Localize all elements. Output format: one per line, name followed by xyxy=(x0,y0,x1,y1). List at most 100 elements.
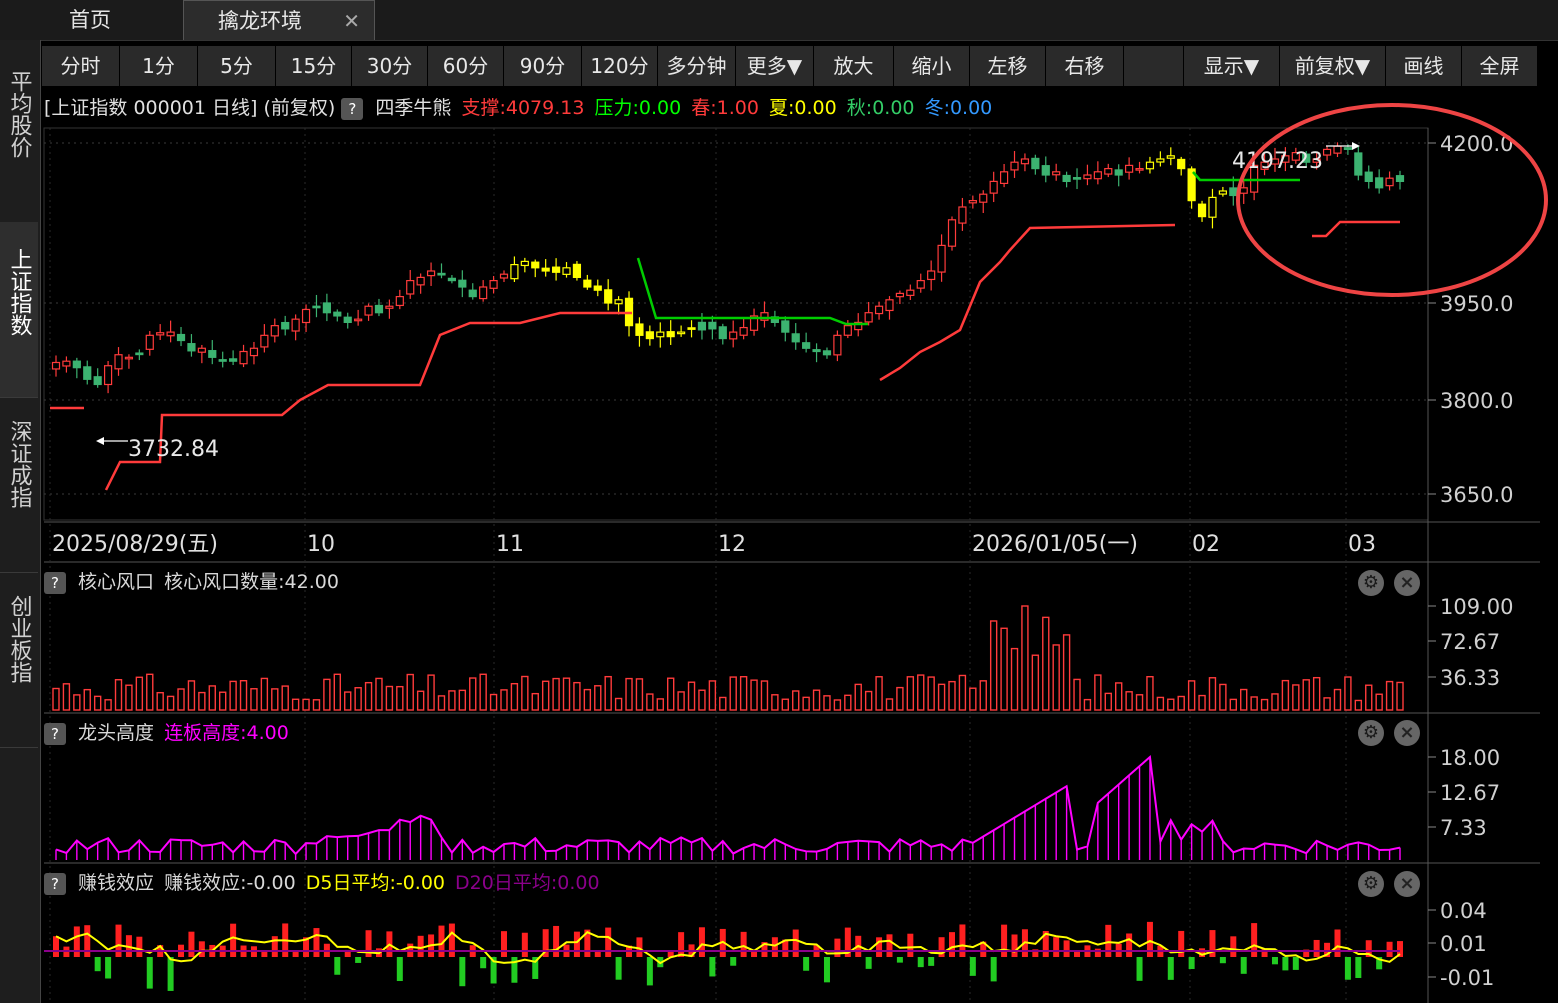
candle-body xyxy=(270,325,279,337)
money-effect-bar xyxy=(230,923,237,957)
candle-body xyxy=(1166,155,1175,159)
core-wind-bar xyxy=(562,677,571,711)
core-wind-bar xyxy=(1281,679,1290,711)
candle-body xyxy=(791,333,800,343)
core-wind-bar xyxy=(958,674,967,711)
y-tick-label: 0.01 xyxy=(1440,932,1487,956)
money-effect-title: 赚钱效应 xyxy=(78,872,155,894)
candle-body xyxy=(364,305,373,316)
candle-body xyxy=(687,327,696,330)
candle xyxy=(677,325,686,337)
candle-body xyxy=(937,244,946,273)
candle-body xyxy=(114,354,123,370)
money-effect-bar xyxy=(803,957,810,971)
candle xyxy=(1135,161,1144,174)
candle xyxy=(510,256,519,283)
candle-body xyxy=(927,270,936,281)
candle xyxy=(416,273,425,294)
core-wind-bar xyxy=(458,689,467,711)
core-wind-bar xyxy=(771,694,779,711)
candle xyxy=(187,334,196,357)
close-pane-icon[interactable]: × xyxy=(1394,570,1420,596)
candle-body xyxy=(166,331,175,337)
money-effect-bar xyxy=(573,931,580,957)
candle-body xyxy=(666,331,675,338)
annotation-arrow-head xyxy=(96,437,104,445)
money-effect-bar xyxy=(1094,948,1101,957)
candle-body xyxy=(322,302,331,314)
candle xyxy=(864,301,873,326)
money-effect-bar xyxy=(740,931,747,957)
candle-body xyxy=(802,342,811,349)
help-icon[interactable]: ? xyxy=(44,571,66,594)
candle-body xyxy=(93,376,102,386)
close-pane-icon[interactable]: × xyxy=(1394,720,1420,746)
money-effect-bar xyxy=(1271,957,1278,965)
money-effect-bar xyxy=(271,936,278,957)
core-wind-bar xyxy=(1219,683,1227,711)
core-wind-bar xyxy=(208,685,216,711)
candle xyxy=(1322,146,1332,161)
money-effect-bar xyxy=(334,957,341,975)
core-wind-bar xyxy=(739,676,748,711)
candle xyxy=(156,324,165,341)
candle-body xyxy=(1031,157,1040,170)
core-wind-bar xyxy=(1260,698,1269,711)
settings-gear-icon[interactable]: ⚙ xyxy=(1358,570,1384,596)
candle-body xyxy=(812,349,821,353)
core-wind-bar xyxy=(614,697,623,711)
d5-average-line xyxy=(55,931,1401,965)
close-pane-icon[interactable]: × xyxy=(1394,871,1420,897)
core-wind-bar xyxy=(708,680,717,711)
candle-body xyxy=(864,312,873,323)
candle xyxy=(1395,170,1405,190)
core-wind-bar xyxy=(687,681,696,711)
settings-gear-icon[interactable]: ⚙ xyxy=(1358,720,1384,746)
y-tick-label: -0.01 xyxy=(1440,966,1494,990)
candle xyxy=(614,296,623,315)
help-icon[interactable]: ? xyxy=(44,722,66,745)
money-effect-bar xyxy=(615,957,622,980)
core-wind-bar xyxy=(62,683,71,711)
candle xyxy=(218,351,227,368)
settings-gear-icon[interactable]: ⚙ xyxy=(1358,871,1384,897)
candle-body xyxy=(999,171,1009,185)
kline-chart[interactable]: 4200.03950.03800.03650.02025/08/29(五) 10 1… xyxy=(0,0,1558,1003)
money-effect-bar xyxy=(969,957,976,976)
candle xyxy=(1020,153,1030,172)
money-effect-bar xyxy=(1344,957,1351,980)
core-wind-bar xyxy=(291,698,300,711)
y-tick-label: 7.33 xyxy=(1440,816,1487,840)
candle xyxy=(739,318,748,340)
candle-body xyxy=(197,347,206,353)
core-wind-bar xyxy=(166,695,175,711)
core-wind-bar xyxy=(1271,693,1279,711)
candle-body xyxy=(614,299,623,305)
candle xyxy=(426,262,436,286)
candle xyxy=(374,298,384,317)
money-effect-bar xyxy=(1230,936,1237,957)
core-wind-bar xyxy=(729,676,737,711)
candle-body xyxy=(176,333,186,342)
candle-body xyxy=(697,321,707,331)
candle xyxy=(572,261,582,281)
candle-body xyxy=(1385,177,1394,187)
core-wind-bar xyxy=(1135,694,1144,711)
core-wind-bar xyxy=(177,688,185,711)
core-wind-bar xyxy=(677,691,685,711)
candle-body xyxy=(1062,174,1071,183)
candle xyxy=(708,315,717,340)
core-wind-bar xyxy=(114,679,123,711)
candle xyxy=(489,275,498,294)
low-price-annotation: 3732.84 xyxy=(128,437,219,462)
money-effect-bar xyxy=(928,957,935,966)
candle xyxy=(1010,151,1019,178)
candle xyxy=(885,296,894,320)
candle-body xyxy=(541,267,550,272)
help-icon[interactable]: ? xyxy=(44,872,66,895)
core-wind-bar xyxy=(781,698,790,711)
candle xyxy=(541,259,550,277)
core-wind-bar xyxy=(1156,696,1165,711)
candle xyxy=(906,284,915,301)
money-effect-bar xyxy=(646,957,653,986)
